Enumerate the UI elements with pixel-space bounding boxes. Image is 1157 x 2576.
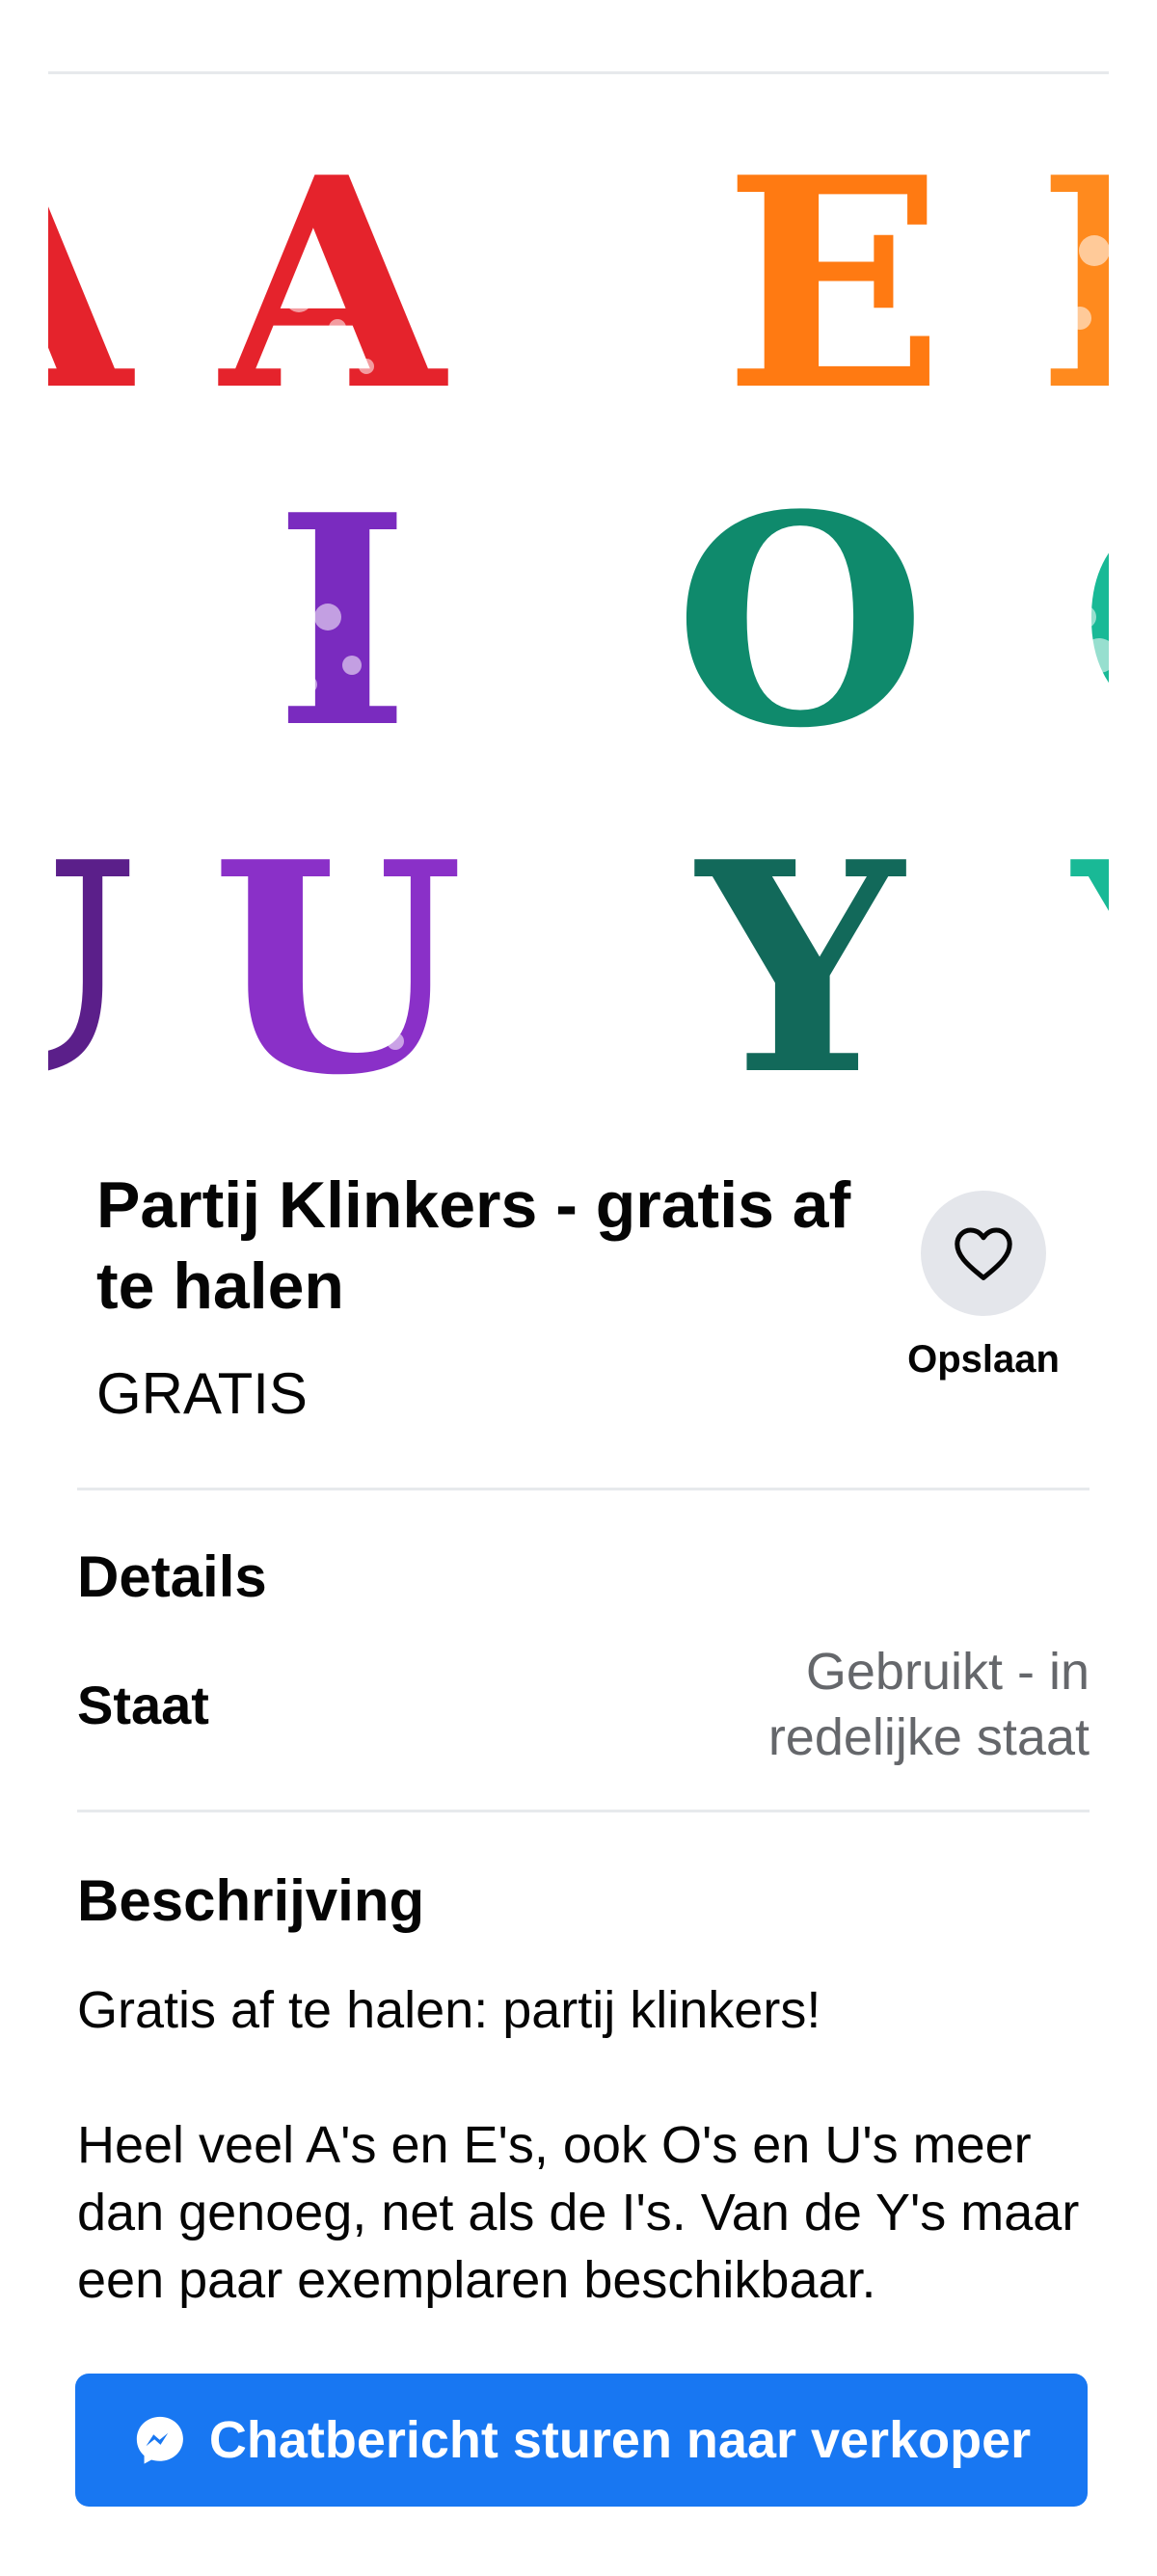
letter-a: A — [216, 114, 451, 454]
letter-i-partial: I — [48, 451, 58, 792]
listing-title: Partij Klinkers - gratis af te halen — [96, 1168, 851, 1323]
condition-value: Gebruikt - in redelijke staat — [767, 1643, 1090, 1766]
letter-o: O — [674, 451, 926, 792]
letter-y: Y — [692, 798, 909, 1118]
description-heading: Beschrijving — [77, 1868, 425, 1933]
listing-photo[interactable]: A A E E I I O O U U Y Y — [48, 77, 1109, 1118]
details-heading: Details — [77, 1544, 267, 1609]
messenger-icon — [136, 2416, 183, 2464]
divider — [77, 1488, 1090, 1490]
letter-u-partial: U — [48, 798, 136, 1118]
vowel-letters-image: A A E E I I O O U U Y Y — [48, 114, 1109, 1118]
top-divider — [48, 71, 1109, 74]
letter-a-partial: A — [48, 114, 138, 454]
description-paragraph: Heel veel A's en E's, ook O's en U's mee… — [77, 2116, 1080, 2309]
save-label[interactable]: Opslaan — [868, 1335, 1099, 1383]
description-paragraph: Gratis af te halen: partij klinkers! — [77, 1981, 821, 2039]
letter-i: I — [275, 451, 410, 792]
save-button[interactable] — [921, 1191, 1046, 1316]
heart-outline-icon — [955, 1227, 1012, 1280]
letter-y-partial: Y — [1068, 798, 1109, 1118]
message-seller-button[interactable]: Chatbericht sturen naar verkoper — [75, 2374, 1088, 2507]
letter-u: U — [211, 798, 464, 1118]
listing-price: GRATIS — [96, 1361, 308, 1426]
condition-label: Staat — [77, 1675, 209, 1735]
letter-e-partial: E — [1037, 114, 1109, 454]
message-seller-label[interactable]: Chatbericht sturen naar verkoper — [209, 2408, 1031, 2472]
divider — [77, 1810, 1090, 1812]
letter-e: E — [724, 114, 945, 454]
